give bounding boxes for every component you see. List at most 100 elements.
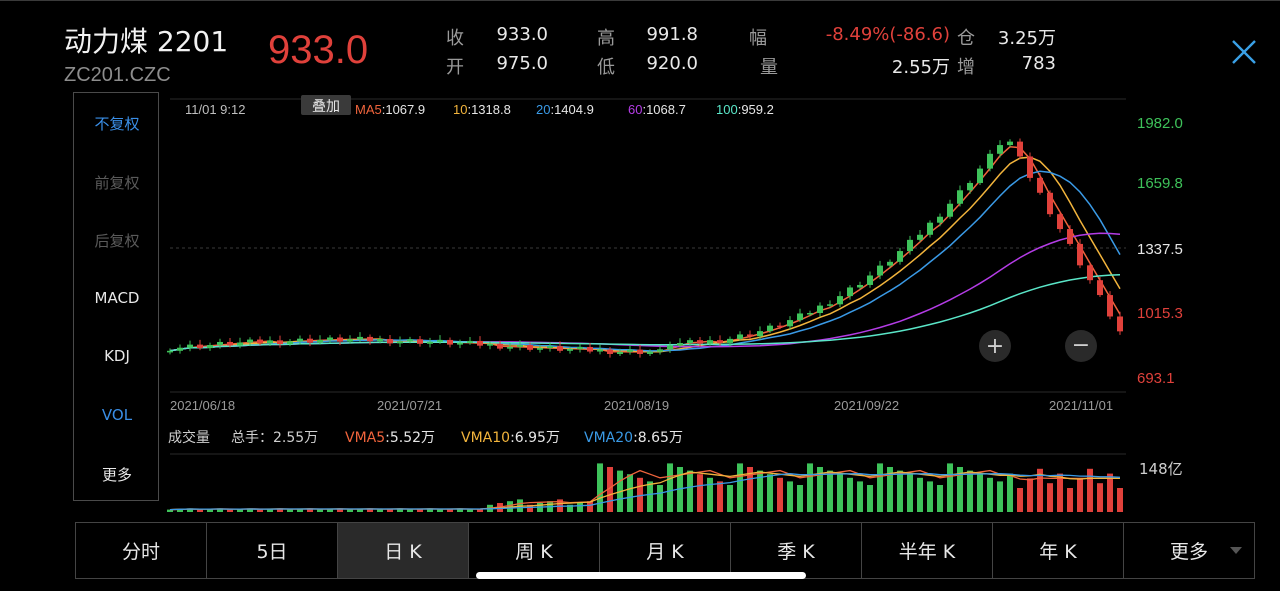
candle-body <box>497 343 503 349</box>
candle-body <box>327 337 333 341</box>
volume-bar <box>687 470 693 512</box>
volume-bar <box>317 509 323 512</box>
tab-more[interactable]: 更多 <box>1124 523 1254 578</box>
candle-body <box>517 345 523 347</box>
candle-body <box>907 239 913 252</box>
candle-body <box>557 346 563 351</box>
volume-bar <box>827 470 833 512</box>
candle-body <box>177 347 183 351</box>
candle-body <box>627 349 633 352</box>
candle-body <box>697 340 703 344</box>
candle-body <box>1027 156 1033 178</box>
volume-bar <box>287 509 293 512</box>
candle-body <box>1047 192 1053 215</box>
volume-bar <box>977 474 983 512</box>
tab-more-label: 更多 <box>1169 541 1208 563</box>
candle-body <box>1007 141 1013 146</box>
tab-quarterly-k[interactable]: 季 K <box>731 523 862 578</box>
volume-bar <box>627 474 633 512</box>
volume-bar <box>937 485 943 512</box>
volume-bar <box>1067 488 1073 512</box>
tab-quarterly-k-label: 季 K <box>777 541 815 563</box>
home-indicator <box>476 572 806 579</box>
ma-legend-4: 100:959.2 <box>716 102 774 117</box>
volume-label: 成交量 <box>168 429 210 446</box>
candle-body <box>817 305 823 313</box>
candle-body <box>797 313 803 321</box>
candle-body <box>447 339 453 345</box>
volume-bar <box>857 481 863 512</box>
candle-body <box>677 343 683 346</box>
candle-body <box>887 261 893 266</box>
candle-body <box>1097 280 1103 296</box>
tab-daily-k[interactable]: 日 K <box>338 523 469 578</box>
candle-body <box>837 296 843 305</box>
candle-body <box>257 339 263 344</box>
volume-bar <box>227 509 233 512</box>
candle-body <box>507 346 513 349</box>
volume-bar <box>1117 488 1123 512</box>
candle-body <box>357 336 363 340</box>
candle-body <box>237 342 243 346</box>
zoom-out-icon: − <box>1072 333 1090 358</box>
volume-bar <box>877 463 883 512</box>
tab-weekly-k-label: 周 K <box>515 541 553 563</box>
kline-chart[interactable]: 11/01 9:12 叠加 MA5:1067.9 10:1318.8 20:1404.9… <box>0 0 1280 591</box>
tab-5day[interactable]: 5日 <box>207 523 338 578</box>
tab-intraday[interactable]: 分时 <box>76 523 207 578</box>
candle-body <box>317 340 323 343</box>
ma-line-2 <box>169 170 1121 352</box>
tab-monthly-k[interactable]: 月 K <box>600 523 731 578</box>
candle-body <box>467 340 473 343</box>
date-tick-label: 2021/11/01 <box>1049 398 1113 413</box>
price-tick-label: 693.1 <box>1137 370 1175 387</box>
candle-body <box>687 340 693 344</box>
volume-bar <box>807 463 813 512</box>
candle-body <box>277 340 283 345</box>
candle-body <box>227 341 233 346</box>
candle-body <box>407 339 413 342</box>
candle-body <box>577 346 583 349</box>
candle-body <box>347 339 353 342</box>
volume-bar <box>907 474 913 512</box>
candle-body <box>607 349 613 355</box>
volume-bar <box>837 474 843 512</box>
price-tick-label: 1659.8 <box>1137 175 1183 192</box>
vma-legend-2: VMA20:8.65万 <box>584 430 683 446</box>
candle-body <box>1107 295 1113 317</box>
candle-body <box>307 338 313 343</box>
candle-body <box>667 345 673 350</box>
candle-body <box>807 312 813 315</box>
candle-body <box>987 153 993 169</box>
candle-body <box>437 339 443 342</box>
ma-legend-2: 20:1404.9 <box>536 102 594 117</box>
tab-weekly-k[interactable]: 周 K <box>469 523 600 578</box>
volume-bar <box>1017 488 1023 512</box>
candle-body <box>727 338 733 343</box>
volume-bar <box>1107 473 1113 512</box>
volume-bar <box>997 481 1003 512</box>
tab-yearly-k[interactable]: 年 K <box>993 523 1124 578</box>
candle-body <box>267 340 273 344</box>
candle-body <box>827 304 833 306</box>
ma-legend-0: MA5:1067.9 <box>355 102 425 117</box>
candle-body <box>757 331 763 337</box>
volume-bar <box>797 485 803 512</box>
candle-body <box>587 346 593 352</box>
chart-time: 11/01 9:12 <box>185 102 245 117</box>
candle-body <box>857 284 863 288</box>
chevron-down-icon <box>1230 547 1242 554</box>
volume-axis-label: 148亿 <box>1139 460 1183 478</box>
candle-body <box>287 341 293 345</box>
candle-body <box>187 344 193 348</box>
volume-bar <box>647 481 653 512</box>
candle-body <box>537 347 543 350</box>
period-tabs: 分时 5日 日 K 周 K 月 K 季 K 半年 K 年 K 更多 <box>75 522 1255 579</box>
volume-bar <box>737 463 743 512</box>
tab-halfyear-k[interactable]: 半年 K <box>862 523 993 578</box>
date-tick-label: 2021/06/18 <box>170 398 235 413</box>
volume-bar <box>197 509 203 512</box>
candle-body <box>877 265 883 276</box>
candle-body <box>387 338 393 344</box>
candle-body <box>767 325 773 332</box>
